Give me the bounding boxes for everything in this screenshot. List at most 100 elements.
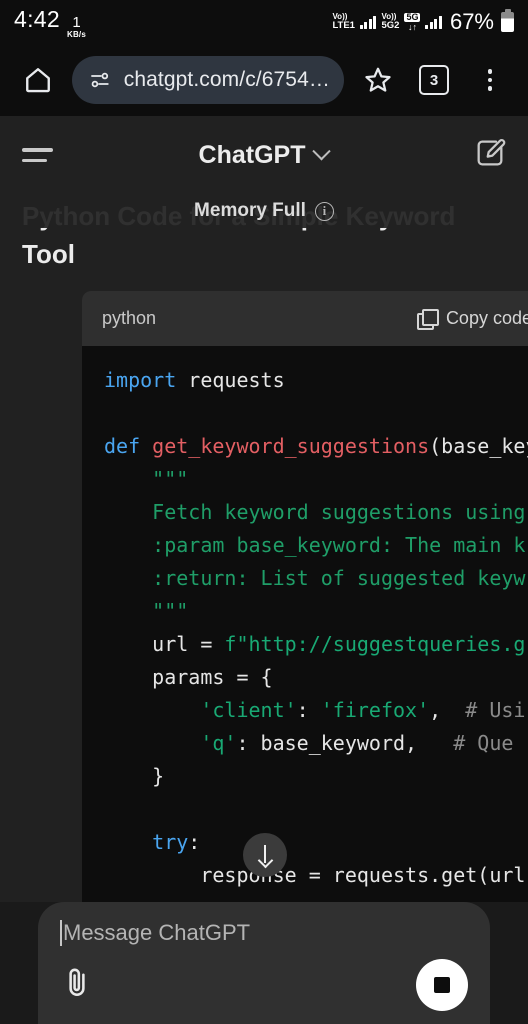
- code-token: }: [152, 764, 165, 789]
- network-speed-unit: KB/s: [66, 29, 86, 39]
- arrow-down-icon: [258, 844, 273, 866]
- stop-icon: [434, 977, 450, 993]
- url-text: chatgpt.com/c/6754…: [123, 68, 328, 91]
- browser-menu-button[interactable]: [468, 58, 512, 102]
- home-button[interactable]: [16, 58, 60, 102]
- tab-switcher-button[interactable]: 3: [412, 58, 456, 102]
- volte-sim1-icon: Vo)) LTE1: [332, 12, 355, 32]
- site-settings-icon: [91, 72, 109, 88]
- volte-sim1-bottom: LTE1: [332, 20, 355, 32]
- browser-toolbar: chatgpt.com/c/6754… 3: [0, 44, 528, 116]
- code-line: url = f"http://suggestqueries.g: [104, 628, 528, 661]
- code-line: :return: List of suggested keyw: [104, 562, 528, 595]
- info-icon[interactable]: i: [314, 201, 334, 221]
- code-token: ,: [429, 698, 466, 723]
- signal-bars-sim1-icon: [359, 15, 377, 29]
- code-token: import: [104, 368, 189, 393]
- text-cursor: [60, 920, 62, 946]
- code-token: :: [296, 698, 321, 723]
- clock: 4:42: [14, 5, 60, 32]
- code-token: params = {: [152, 665, 273, 690]
- battery-percent: 67%: [449, 9, 494, 34]
- network-type-label: 5G: [404, 11, 421, 22]
- code-line: }: [104, 760, 528, 793]
- hamburger-icon: [22, 148, 53, 162]
- code-token: :: [188, 830, 201, 855]
- conversation-scroll-area[interactable]: Python Code for a Simple Keyword Tool py…: [0, 194, 528, 1024]
- copy-code-button[interactable]: Copy code: [416, 308, 528, 331]
- code-token: # Usi: [465, 698, 526, 723]
- chevron-down-icon: [312, 141, 332, 160]
- volte-sim2-icon: Vo)) 5G2: [381, 12, 400, 32]
- phone-screen: 4:42 1 KB/s Vo)) LTE1 Vo)) 5G2 5G ↓↑ 67%: [0, 0, 528, 1024]
- code-line: """: [104, 463, 528, 496]
- code-line: params = {: [104, 661, 528, 694]
- code-language-label: python: [102, 308, 157, 329]
- composer-actions: [60, 956, 468, 1014]
- network-speed-value: 1: [72, 13, 81, 31]
- star-icon: [365, 67, 391, 92]
- paperclip-icon: [69, 968, 85, 996]
- code-line: 'client': 'firefox', # Usi: [104, 694, 528, 727]
- code-token: """: [152, 599, 189, 624]
- sidebar-toggle-button[interactable]: [22, 148, 53, 162]
- app-header: ChatGPT: [0, 116, 528, 194]
- code-token: 'firefox': [320, 698, 430, 723]
- code-line: Fetch keyword suggestions using: [104, 496, 528, 529]
- code-token: : base_keyword,: [236, 731, 454, 756]
- code-line: response = requests.get(url: [104, 859, 528, 892]
- code-token: (base_key: [429, 434, 528, 459]
- battery-icon: [501, 9, 514, 32]
- network-speed: 1 KB/s: [67, 15, 86, 39]
- url-bar[interactable]: chatgpt.com/c/6754…: [72, 56, 344, 104]
- status-bar: 4:42 1 KB/s Vo)) LTE1 Vo)) 5G2 5G ↓↑ 67%: [0, 0, 528, 44]
- code-token: :param base_keyword: The main k: [152, 533, 526, 558]
- message-input-placeholder: Message ChatGPT: [63, 920, 251, 945]
- home-icon: [26, 68, 50, 93]
- signal-bars-sim2-icon: [425, 15, 442, 29]
- network-type-icon: 5G ↓↑: [404, 11, 421, 32]
- code-line: 'q': base_keyword, # Que: [104, 727, 528, 760]
- status-bar-left: 4:42 1 KB/s: [14, 6, 86, 39]
- code-token: """: [152, 467, 189, 492]
- stop-generating-button[interactable]: [416, 959, 468, 1011]
- copy-icon: [416, 309, 439, 331]
- code-line: :param base_keyword: The main k: [104, 529, 528, 562]
- bookmark-button[interactable]: [356, 58, 400, 102]
- code-line: """: [104, 595, 528, 628]
- message-composer[interactable]: Message ChatGPT: [38, 902, 490, 1024]
- code-block: python Copy code import requests def get…: [82, 291, 528, 937]
- code-token: Fetch keyword suggestions using: [152, 500, 526, 525]
- code-token: url =: [152, 632, 225, 657]
- code-token: 'q': [200, 731, 237, 756]
- code-token: requests: [188, 368, 285, 393]
- code-line: def get_keyword_suggestions(base_key: [104, 430, 528, 463]
- page-title: ChatGPT: [198, 140, 306, 169]
- code-token: 'client': [200, 698, 297, 723]
- volte-sim2-bottom: 5G2: [381, 20, 400, 32]
- scroll-to-bottom-button[interactable]: [243, 833, 287, 877]
- code-token: try: [152, 830, 189, 855]
- code-line: try:: [104, 826, 528, 859]
- memory-full-banner: Memory Full i: [0, 194, 528, 228]
- model-selector[interactable]: ChatGPT: [53, 141, 474, 170]
- attach-button[interactable]: [60, 966, 94, 1005]
- code-token: :return: List of suggested keyw: [152, 566, 526, 591]
- copy-code-label: Copy code: [445, 308, 528, 329]
- code-line: import requests: [104, 364, 528, 397]
- status-bar-right: Vo)) LTE1 Vo)) 5G2 5G ↓↑ 67%: [332, 9, 514, 35]
- code-token: # Que: [453, 731, 514, 756]
- code-token: get_keyword_suggestions: [152, 434, 430, 459]
- tab-count-badge: 3: [419, 65, 449, 95]
- code-token: f"http://suggestqueries.g: [224, 632, 526, 657]
- new-chat-button[interactable]: [474, 137, 506, 174]
- data-transfer-arrows-icon: ↓↑: [407, 21, 417, 32]
- compose-icon: [477, 138, 506, 165]
- memory-full-label: Memory Full: [194, 200, 306, 221]
- kebab-menu-icon: [487, 69, 493, 91]
- code-token: def: [104, 434, 153, 459]
- code-block-header: python Copy code: [82, 291, 528, 347]
- message-input[interactable]: Message ChatGPT: [60, 920, 468, 946]
